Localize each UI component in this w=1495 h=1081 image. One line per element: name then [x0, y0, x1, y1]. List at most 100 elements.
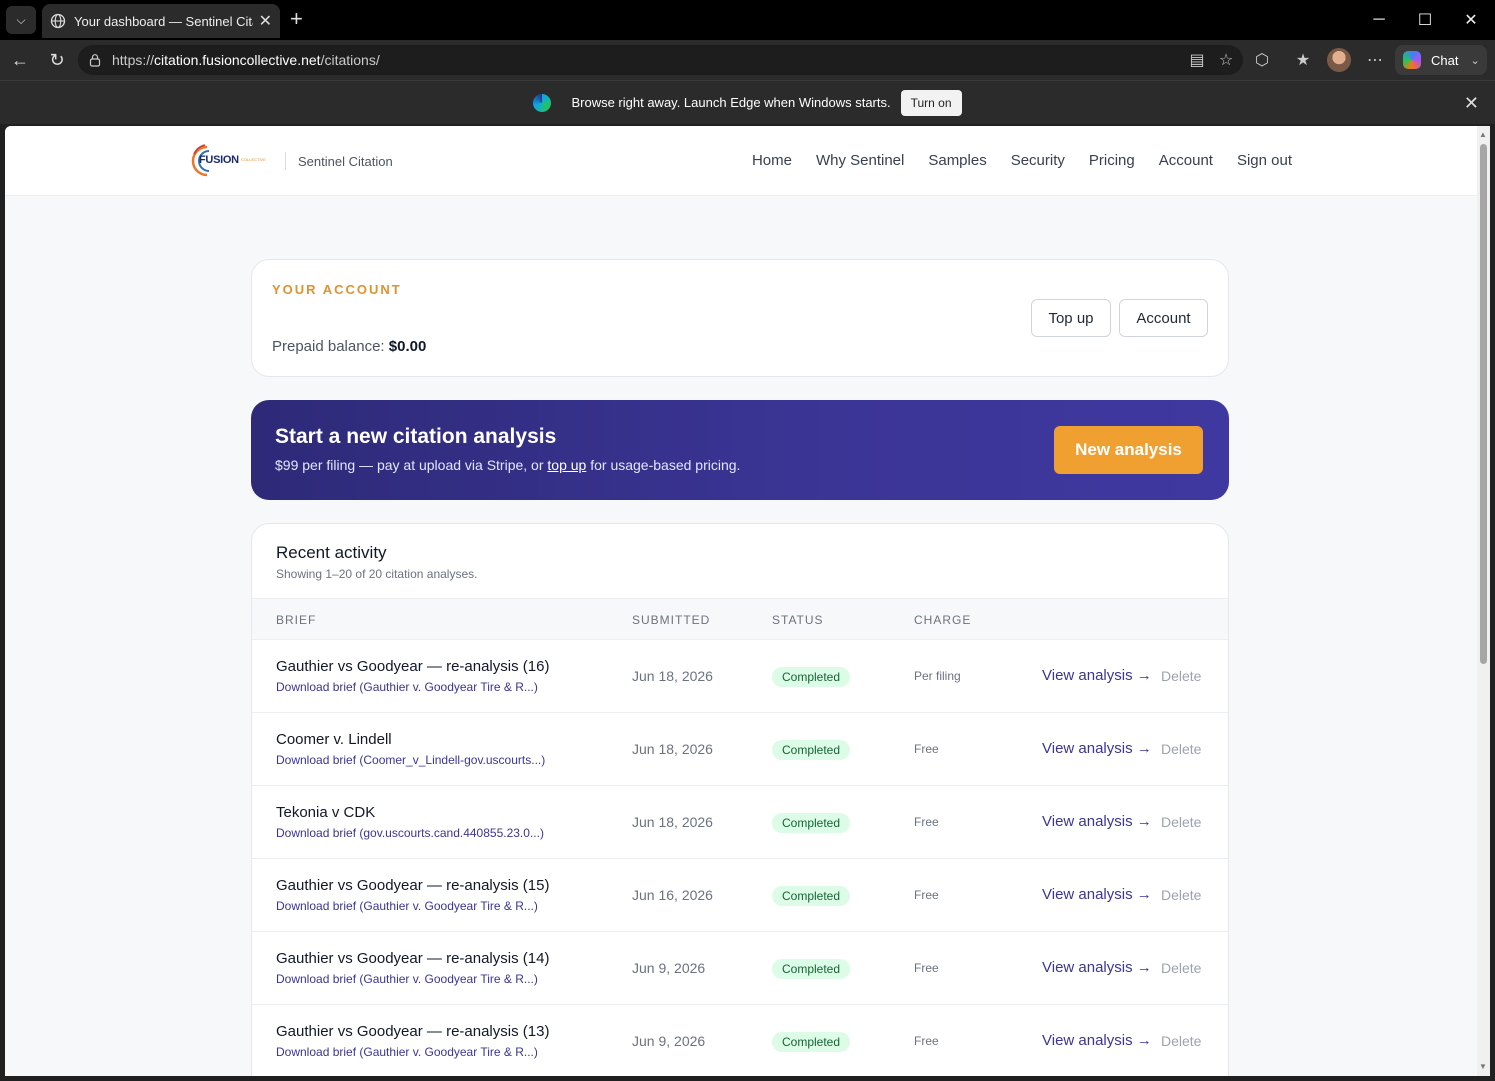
- column-charge: CHARGE: [914, 613, 972, 627]
- column-brief: BRIEF: [276, 613, 317, 627]
- table-row: Tekonia v CDK Download brief (gov.uscour…: [252, 786, 1228, 859]
- charge-value: Free: [914, 1034, 939, 1048]
- download-brief-link[interactable]: Download brief (gov.uscourts.cand.440855…: [276, 826, 544, 840]
- top-up-link[interactable]: top up: [547, 457, 586, 473]
- refresh-icon[interactable]: ↻: [45, 48, 69, 72]
- view-analysis-link[interactable]: View analysis →: [1042, 1032, 1152, 1049]
- page-scrollbar[interactable]: ▲ ▼: [1477, 126, 1490, 1076]
- fusion-logo: FUSION COLLECTIVE: [191, 144, 273, 178]
- nav-pricing[interactable]: Pricing: [1089, 152, 1135, 169]
- download-brief-link[interactable]: Download brief (Gauthier v. Goodyear Tir…: [276, 972, 538, 986]
- url-host: citation.fusioncollective.net: [154, 52, 321, 68]
- status-badge: Completed: [772, 886, 851, 906]
- favorites-icon[interactable]: ★: [1293, 50, 1313, 70]
- top-up-button[interactable]: Top up: [1031, 299, 1111, 337]
- site-header: FUSION COLLECTIVE Sentinel Citation Home…: [5, 126, 1477, 196]
- brief-title: Gauthier vs Goodyear — re-analysis (14): [276, 950, 550, 967]
- column-submitted: SUBMITTED: [632, 613, 711, 627]
- brief-title: Gauthier vs Goodyear — re-analysis (15): [276, 877, 550, 894]
- minimize-icon[interactable]: ─: [1356, 0, 1402, 40]
- view-analysis-link[interactable]: View analysis →: [1042, 813, 1152, 830]
- charge-value: Free: [914, 961, 939, 975]
- startup-infobar: Browse right away. Launch Edge when Wind…: [0, 80, 1495, 124]
- brand[interactable]: FUSION COLLECTIVE Sentinel Citation: [191, 144, 393, 178]
- banner-text-before: $99 per filing — pay at upload via Strip…: [275, 457, 548, 473]
- brief-title: Coomer v. Lindell: [276, 731, 392, 748]
- infobar-text: Browse right away. Launch Edge when Wind…: [571, 95, 891, 110]
- table-row: Gauthier vs Goodyear — re-analysis (16) …: [252, 640, 1228, 713]
- brief-title: Gauthier vs Goodyear — re-analysis (16): [276, 658, 550, 675]
- nav-sign-out[interactable]: Sign out: [1237, 152, 1292, 169]
- infobar-close-icon[interactable]: ✕: [1464, 93, 1479, 114]
- nav-samples[interactable]: Samples: [928, 152, 986, 169]
- copilot-label: Chat: [1431, 52, 1459, 68]
- banner-text-after: for usage-based pricing.: [586, 457, 741, 473]
- scroll-down-icon[interactable]: ▼: [1479, 1062, 1487, 1071]
- maximize-icon[interactable]: ☐: [1402, 0, 1448, 40]
- brief-title: Gauthier vs Goodyear — re-analysis (13): [276, 1023, 550, 1040]
- active-tab[interactable]: Your dashboard — Sentinel Citation ✕: [42, 4, 280, 38]
- turn-on-button[interactable]: Turn on: [900, 89, 962, 116]
- activity-title: Recent activity: [276, 543, 387, 562]
- table-row: Gauthier vs Goodyear — re-analysis (14) …: [252, 932, 1228, 1005]
- new-tab-plus-icon[interactable]: +: [290, 8, 303, 30]
- delete-button[interactable]: Delete: [1161, 1033, 1201, 1049]
- nav-account[interactable]: Account: [1159, 152, 1213, 169]
- table-header: BRIEF SUBMITTED STATUS CHARGE: [252, 598, 1228, 640]
- account-eyebrow: YOUR ACCOUNT: [272, 282, 402, 297]
- favorite-star-icon[interactable]: ☆: [1216, 50, 1236, 70]
- status-badge: Completed: [772, 1032, 851, 1052]
- account-card: YOUR ACCOUNT Prepaid balance: $0.00 Top …: [251, 259, 1229, 377]
- delete-button[interactable]: Delete: [1161, 668, 1201, 684]
- download-brief-link[interactable]: Download brief (Coomer_v_Lindell-gov.usc…: [276, 753, 545, 767]
- balance-value: $0.00: [388, 338, 427, 355]
- delete-button[interactable]: Delete: [1161, 741, 1201, 757]
- charge-value: Free: [914, 815, 939, 829]
- status-badge: Completed: [772, 959, 851, 979]
- copilot-chat-button[interactable]: Chat ⌄: [1395, 45, 1487, 75]
- status-badge: Completed: [772, 813, 851, 833]
- reader-icon[interactable]: ▤: [1187, 50, 1207, 70]
- download-brief-link[interactable]: Download brief (Gauthier v. Goodyear Tir…: [276, 1045, 538, 1059]
- tab-actions-icon[interactable]: ⌵: [6, 6, 36, 34]
- charge-value: Per filing: [914, 669, 961, 683]
- window-close-icon[interactable]: ✕: [1448, 0, 1494, 40]
- view-analysis-link[interactable]: View analysis →: [1042, 959, 1152, 976]
- column-status: STATUS: [772, 613, 824, 627]
- product-name: Sentinel Citation: [298, 153, 393, 169]
- status-badge: Completed: [772, 667, 851, 687]
- recent-activity-card: Recent activity Showing 1–20 of 20 citat…: [251, 523, 1229, 1076]
- view-analysis-link[interactable]: View analysis →: [1042, 740, 1152, 757]
- back-icon[interactable]: ←: [8, 48, 32, 72]
- url-field[interactable]: https://citation.fusioncollective.net/ci…: [78, 45, 1243, 75]
- brand-divider: [285, 152, 286, 170]
- delete-button[interactable]: Delete: [1161, 960, 1201, 976]
- delete-button[interactable]: Delete: [1161, 814, 1201, 830]
- account-button[interactable]: Account: [1119, 299, 1208, 337]
- more-icon[interactable]: ⋯: [1365, 50, 1385, 70]
- url-prefix: https://: [112, 52, 155, 68]
- status-badge: Completed: [772, 740, 851, 760]
- delete-button[interactable]: Delete: [1161, 887, 1201, 903]
- nav-home[interactable]: Home: [752, 152, 792, 169]
- view-analysis-link[interactable]: View analysis →: [1042, 886, 1152, 903]
- scroll-up-icon[interactable]: ▲: [1479, 130, 1487, 139]
- nav-why-sentinel[interactable]: Why Sentinel: [816, 152, 904, 169]
- scrollbar-thumb[interactable]: [1480, 144, 1487, 664]
- activity-subtitle: Showing 1–20 of 20 citation analyses.: [276, 567, 478, 581]
- page-viewport: FUSION COLLECTIVE Sentinel Citation Home…: [5, 126, 1477, 1076]
- download-brief-link[interactable]: Download brief (Gauthier v. Goodyear Tir…: [276, 680, 538, 694]
- new-analysis-button[interactable]: New analysis: [1054, 426, 1203, 474]
- banner-title: Start a new citation analysis: [275, 425, 557, 448]
- download-brief-link[interactable]: Download brief (Gauthier v. Goodyear Tir…: [276, 899, 538, 913]
- close-tab-icon[interactable]: ✕: [259, 11, 272, 31]
- banner-text: $99 per filing — pay at upload via Strip…: [275, 457, 740, 473]
- submitted-date: Jun 18, 2026: [632, 668, 713, 684]
- nav-security[interactable]: Security: [1011, 152, 1065, 169]
- view-analysis-link[interactable]: View analysis →: [1042, 667, 1152, 684]
- profile-avatar[interactable]: [1327, 48, 1351, 72]
- brief-title: Tekonia v CDK: [276, 804, 376, 821]
- edge-icon: [533, 93, 552, 112]
- extensions-icon[interactable]: ⬡: [1252, 50, 1272, 70]
- submitted-date: Jun 9, 2026: [632, 960, 706, 976]
